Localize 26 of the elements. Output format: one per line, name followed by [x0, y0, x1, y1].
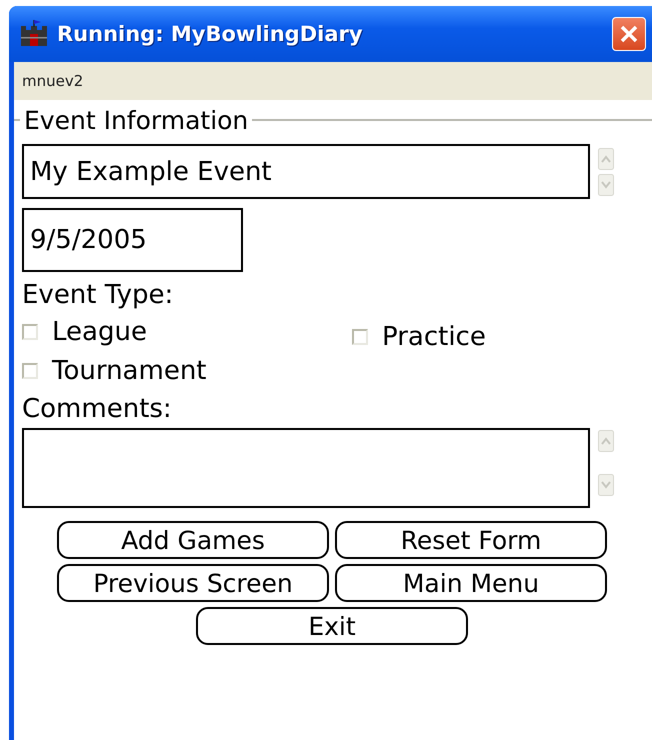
checkbox[interactable] — [22, 324, 38, 340]
close-button[interactable] — [612, 17, 646, 51]
checkbox[interactable] — [22, 363, 38, 379]
checkbox-label[interactable]: Practice — [382, 322, 486, 352]
window-title: Running: MyBowlingDiary — [57, 22, 364, 46]
scroll-up-icon[interactable] — [598, 430, 614, 452]
checkbox-label[interactable]: League — [52, 317, 147, 347]
comments-field[interactable] — [22, 428, 590, 508]
event-name-field[interactable]: My Example Event — [22, 144, 590, 199]
comments-label: Comments: — [22, 394, 173, 424]
form-button[interactable]: Reset Form — [335, 521, 607, 559]
form-button[interactable]: Add Games — [57, 521, 329, 559]
scroll-down-icon[interactable] — [598, 174, 614, 196]
date-field[interactable]: 9/5/2005 — [22, 208, 243, 272]
event-type-label: Event Type: — [22, 280, 174, 310]
scroll-down-icon[interactable] — [598, 474, 614, 496]
menu-label[interactable]: mnuev2 — [22, 72, 84, 90]
checkbox-label[interactable]: Tournament — [52, 356, 206, 386]
form-button[interactable]: Previous Screen — [57, 564, 329, 602]
checkbox[interactable] — [352, 329, 368, 345]
close-icon — [619, 24, 639, 44]
form-button[interactable]: Exit — [196, 607, 468, 645]
castle-icon — [19, 20, 49, 48]
scroll-up-icon[interactable] — [598, 148, 614, 170]
group-title: Event Information — [23, 106, 250, 134]
form-button[interactable]: Main Menu — [335, 564, 607, 602]
